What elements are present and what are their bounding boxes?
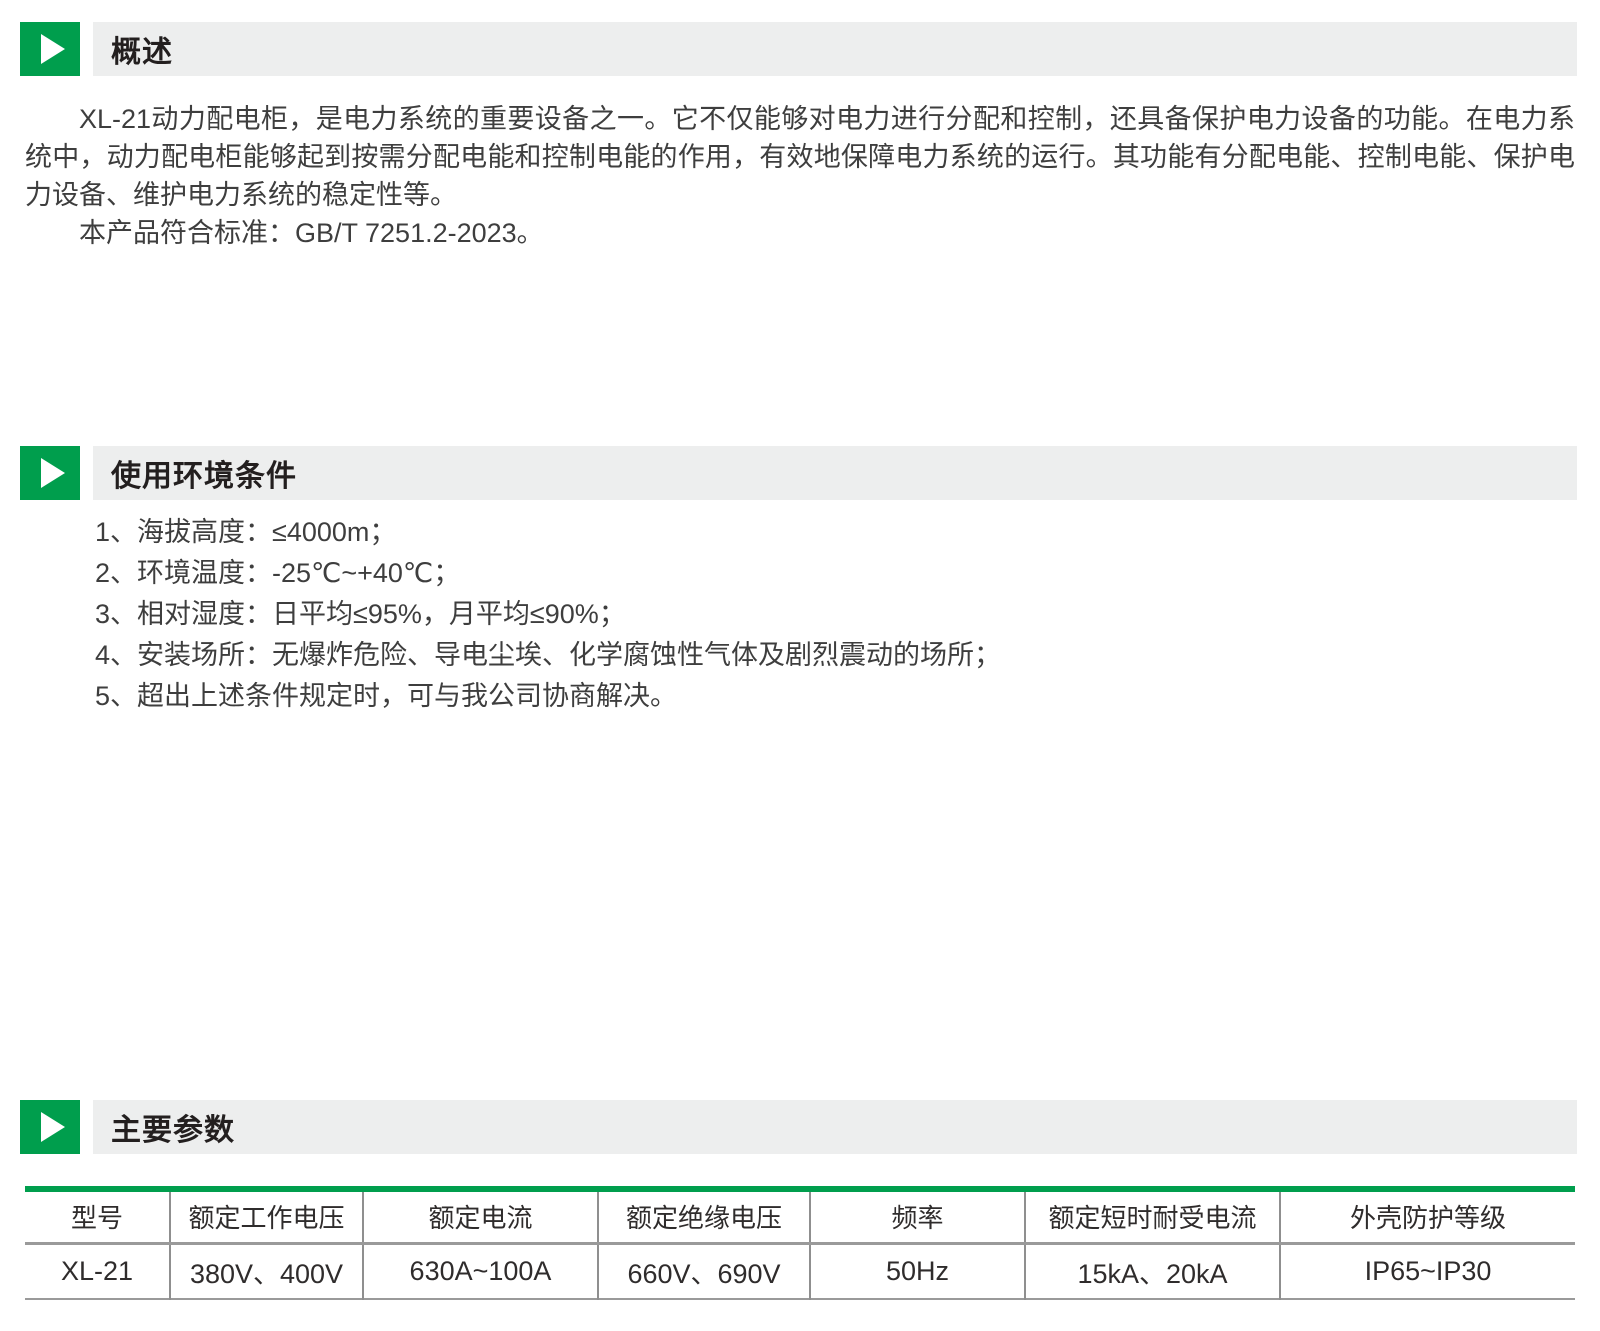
section-title-environment: 使用环境条件 [93, 451, 297, 495]
spacer [0, 252, 1600, 446]
cell-short-time-withstand-current: 15kA、20kA [1025, 1243, 1280, 1299]
env-item-other-conditions: 5、超出上述条件规定时，可与我公司协商解决。 [95, 676, 1575, 717]
spacer [0, 717, 1600, 1100]
environment-conditions-list: 1、海拔高度：≤4000m； 2、环境温度：-25℃~+40℃； 3、相对湿度：… [95, 512, 1575, 717]
col-header-frequency: 频率 [810, 1189, 1025, 1243]
section-header-overview: 概述 [20, 22, 1577, 76]
datasheet-page: 概述 XL-21动力配电柜，是电力系统的重要设备之一。它不仅能够对电力进行分配和… [0, 0, 1600, 1331]
spacer [0, 0, 1600, 22]
overview-paragraph: XL-21动力配电柜，是电力系统的重要设备之一。它不仅能够对电力进行分配和控制，… [25, 100, 1575, 214]
cell-frequency: 50Hz [810, 1243, 1025, 1299]
table-row: XL-21 380V、400V 630A~100A 660V、690V 50Hz… [25, 1243, 1575, 1299]
table-header-row: 型号 额定工作电压 额定电流 额定绝缘电压 频率 额定短时耐受电流 外壳防护等级 [25, 1189, 1575, 1243]
col-header-model: 型号 [25, 1189, 170, 1243]
env-item-temperature: 2、环境温度：-25℃~+40℃； [95, 553, 1575, 594]
spacer [0, 1154, 1600, 1186]
section-title-bar: 使用环境条件 [93, 446, 1577, 500]
col-header-rated-current: 额定电流 [363, 1189, 598, 1243]
cell-enclosure-protection-rating: IP65~IP30 [1280, 1243, 1575, 1299]
cell-rated-insulation-voltage: 660V、690V [598, 1243, 810, 1299]
overview-body: XL-21动力配电柜，是电力系统的重要设备之一。它不仅能够对电力进行分配和控制，… [25, 100, 1575, 252]
env-item-humidity: 3、相对湿度：日平均≤95%，月平均≤90%； [95, 594, 1575, 635]
section-title-bar: 主要参数 [93, 1100, 1577, 1154]
section-header-parameters: 主要参数 [20, 1100, 1577, 1154]
overview-standard-line: 本产品符合标准：GB/T 7251.2-2023。 [25, 214, 1575, 252]
col-header-rated-working-voltage: 额定工作电压 [170, 1189, 363, 1243]
cell-rated-current: 630A~100A [363, 1243, 598, 1299]
env-item-altitude: 1、海拔高度：≤4000m； [95, 512, 1575, 553]
cell-model: XL-21 [25, 1243, 170, 1299]
section-title-bar: 概述 [93, 22, 1577, 76]
play-triangle-icon [41, 458, 65, 488]
play-triangle-icon [41, 1112, 65, 1142]
section-title-parameters: 主要参数 [93, 1105, 235, 1149]
cell-rated-working-voltage: 380V、400V [170, 1243, 363, 1299]
green-marker-icon [20, 446, 80, 500]
col-header-short-time-withstand-current: 额定短时耐受电流 [1025, 1189, 1280, 1243]
env-item-installation-site: 4、安装场所：无爆炸危险、导电尘埃、化学腐蚀性气体及剧烈震动的场所； [95, 635, 1575, 676]
green-marker-icon [20, 22, 80, 76]
green-marker-icon [20, 1100, 80, 1154]
parameters-table: 型号 额定工作电压 额定电流 额定绝缘电压 频率 额定短时耐受电流 外壳防护等级… [25, 1186, 1575, 1300]
col-header-enclosure-protection-rating: 外壳防护等级 [1280, 1189, 1575, 1243]
col-header-rated-insulation-voltage: 额定绝缘电压 [598, 1189, 810, 1243]
section-header-environment: 使用环境条件 [20, 446, 1577, 500]
play-triangle-icon [41, 34, 65, 64]
section-title-overview: 概述 [93, 27, 173, 71]
